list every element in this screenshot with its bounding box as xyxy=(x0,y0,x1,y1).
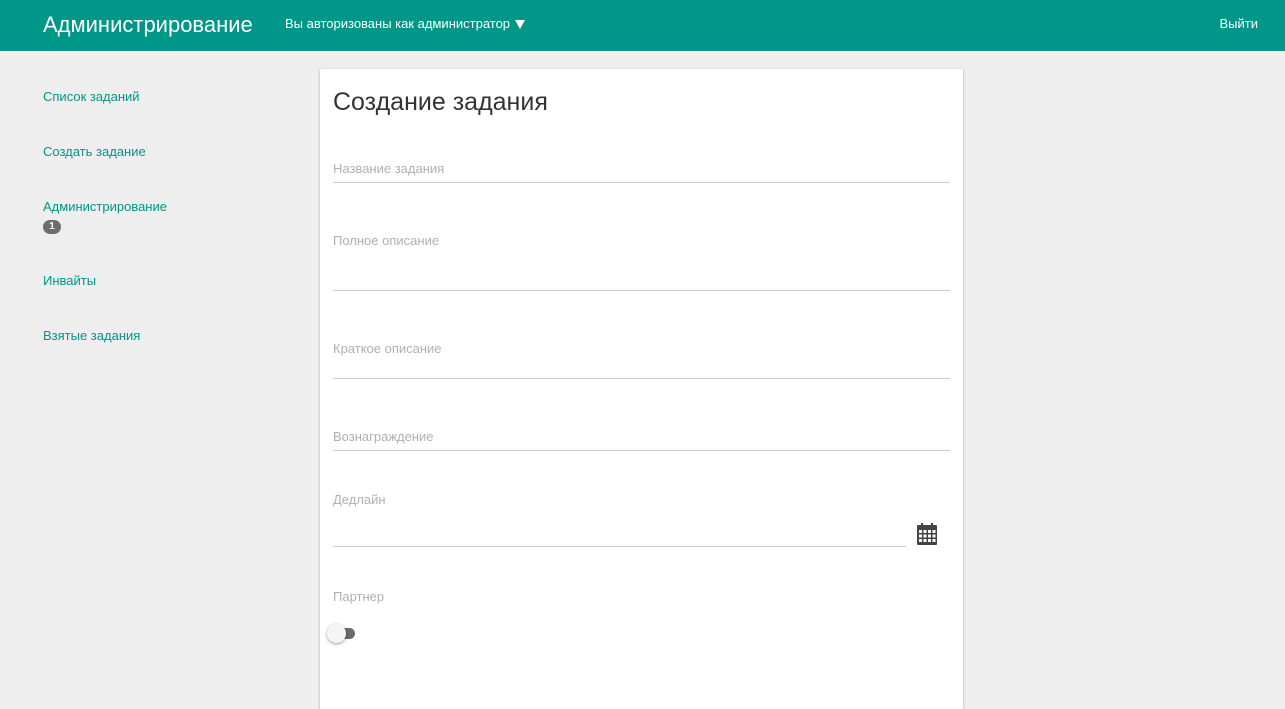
partner-field: Партнер xyxy=(327,589,950,649)
deadline-input[interactable] xyxy=(333,522,906,547)
reward-input[interactable] xyxy=(333,429,950,451)
deadline-label: Дедлайн xyxy=(333,492,386,507)
partner-toggle[interactable] xyxy=(327,623,361,643)
app-title-link[interactable]: Администрирование xyxy=(43,11,253,39)
reward-field: Вознаграждение xyxy=(333,429,950,451)
create-task-card: Создание задания Название задания Полное… xyxy=(320,69,963,709)
partner-label: Партнер xyxy=(333,589,385,604)
calendar-icon[interactable] xyxy=(917,523,937,545)
user-menu-label: Вы авторизованы как администратор xyxy=(285,16,511,31)
toggle-knob xyxy=(327,624,346,643)
task-name-input[interactable] xyxy=(333,161,950,183)
task-name-field: Название задания xyxy=(333,161,950,183)
sidebar-item-invites[interactable]: Инвайты xyxy=(43,273,96,289)
short-description-field: Краткое описание xyxy=(333,341,950,379)
sidebar-item-label: Администрирование xyxy=(43,199,167,214)
deadline-field: Дедлайн xyxy=(333,492,950,548)
top-app-bar: Администрирование Вы авторизованы как ад… xyxy=(0,0,1285,51)
notification-badge: 1 xyxy=(43,220,61,234)
user-menu-dropdown[interactable]: Вы авторизованы как администратор xyxy=(285,16,526,32)
page-title: Создание задания xyxy=(333,88,548,116)
sidebar-item-taken-tasks[interactable]: Взятые задания xyxy=(43,328,140,344)
full-description-input[interactable] xyxy=(333,233,950,291)
short-description-input[interactable] xyxy=(333,341,950,379)
logout-link[interactable]: Выйти xyxy=(1220,16,1259,32)
full-description-field: Полное описание xyxy=(333,233,950,291)
sidebar-item-administration[interactable]: Администрирование 1 xyxy=(43,199,167,234)
caret-down-icon xyxy=(515,20,526,29)
sidebar-item-create-task[interactable]: Создать задание xyxy=(43,144,146,160)
sidebar-item-task-list[interactable]: Список заданий xyxy=(43,89,140,105)
